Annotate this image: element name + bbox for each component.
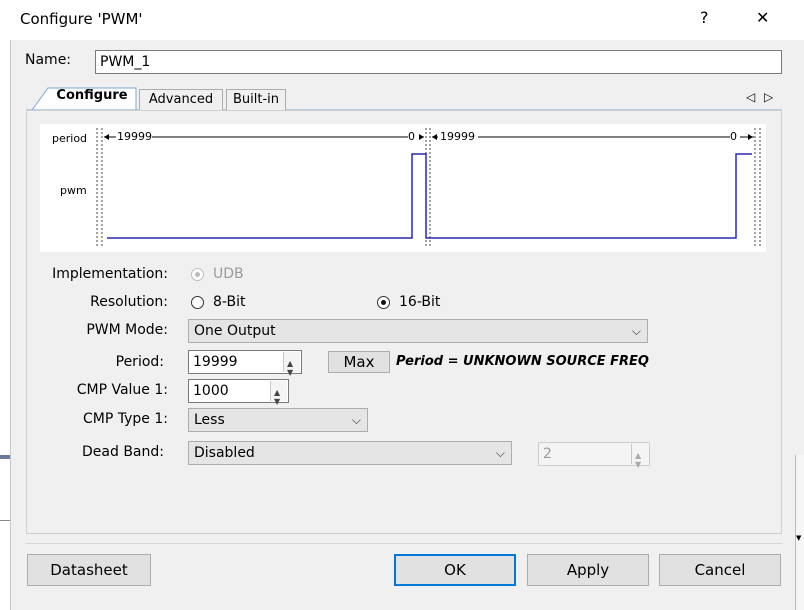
datasheet-button[interactable]: Datasheet <box>27 554 151 586</box>
name-field[interactable]: PWM_1 <box>95 50 782 74</box>
tab-built-in[interactable]: Built-in <box>226 89 286 111</box>
dead-band-count-spinner: ▲ ▼ <box>631 444 648 469</box>
period-input[interactable]: 19999 ▲ ▼ <box>188 350 302 377</box>
implementation-udb-label: UDB <box>213 266 244 282</box>
apply-button[interactable]: Apply <box>527 554 649 586</box>
tab-configure[interactable]: Configure <box>48 86 136 111</box>
footer-divider <box>26 543 782 544</box>
cmp-value-1-spinner[interactable]: ▲ ▼ <box>270 381 287 406</box>
period-value-start: 19999 <box>117 130 152 143</box>
chevron-down-icon: ⌵ <box>631 324 641 338</box>
title-bar: Configure 'PWM' ? ✕ <box>10 0 804 40</box>
cmp-value-1-value: 1000 <box>193 383 229 399</box>
implementation-label: Implementation: <box>52 266 168 282</box>
period-frequency-note: Period = UNKNOWN SOURCE FREQ <box>396 354 649 369</box>
dead-band-count-input: 2 ▲ ▼ <box>538 442 650 469</box>
background-app-edge <box>0 0 10 610</box>
resolution-8bit-radio[interactable] <box>191 296 204 309</box>
spin-down-icon: ▼ <box>635 460 642 469</box>
waveform-plot <box>96 128 761 248</box>
background-app-right-edge <box>795 455 804 610</box>
period-spinner[interactable]: ▲ ▼ <box>283 352 300 377</box>
background-app-edge-line <box>0 455 10 459</box>
background-app-edge-line <box>0 520 10 521</box>
period-value: 19999 <box>193 354 238 370</box>
resolution-8bit-label[interactable]: 8-Bit <box>213 294 245 310</box>
chevron-down-icon: ⌵ <box>351 413 361 427</box>
implementation-udb-radio <box>191 268 204 281</box>
period-max-button[interactable]: Max <box>328 351 390 373</box>
tab-scroll-left-icon[interactable]: ◁ <box>746 90 755 104</box>
dead-band-value: Disabled <box>194 445 255 461</box>
period-value-start: 19999 <box>440 130 475 143</box>
cmp-type-1-value: Less <box>194 412 225 428</box>
cmp-type-1-label: CMP Type 1: <box>83 411 168 427</box>
period-label: Period: <box>115 354 164 370</box>
period-arrow-head <box>748 134 753 140</box>
window-title: Configure 'PWM' <box>20 10 143 28</box>
period-value-end: 0 <box>408 130 415 143</box>
ok-button[interactable]: OK <box>394 554 516 586</box>
help-icon[interactable]: ? <box>700 8 709 27</box>
dead-band-count-value: 2 <box>543 446 552 462</box>
pwm-mode-label: PWM Mode: <box>86 322 168 338</box>
dead-band-label: Dead Band: <box>82 444 164 460</box>
tab-advanced[interactable]: Advanced <box>139 89 223 111</box>
cmp-type-1-select[interactable]: Less ⌵ <box>188 408 368 432</box>
period-value-end: 0 <box>730 130 737 143</box>
name-label: Name: <box>25 52 72 68</box>
pwm-mode-select[interactable]: One Output ⌵ <box>188 319 648 343</box>
cmp-value-1-label: CMP Value 1: <box>76 382 168 398</box>
waveform-diagram: period pwm 19999 0 19999 0 <box>40 124 766 252</box>
resolution-16bit-label[interactable]: 16-Bit <box>399 294 440 310</box>
chevron-down-icon: ⌵ <box>495 446 505 460</box>
background-scroll-down-icon: ▼ <box>796 534 802 542</box>
pwm-mode-value: One Output <box>194 323 276 339</box>
tab-scroll-right-icon[interactable]: ▷ <box>764 90 773 104</box>
dead-band-select[interactable]: Disabled ⌵ <box>188 441 512 465</box>
resolution-16bit-radio[interactable] <box>377 296 390 309</box>
resolution-label: Resolution: <box>90 294 168 310</box>
cancel-button[interactable]: Cancel <box>659 554 781 586</box>
cmp-value-1-input[interactable]: 1000 ▲ ▼ <box>188 379 289 406</box>
close-icon[interactable]: ✕ <box>756 8 769 27</box>
period-arrow-head <box>104 134 109 140</box>
